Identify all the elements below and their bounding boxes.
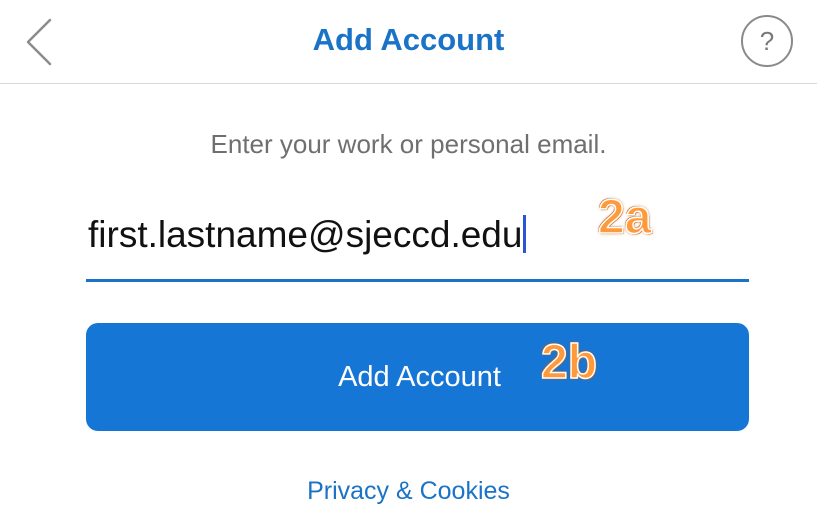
step-annotation-2b: 2b [540,336,598,390]
text-caret [523,215,527,253]
page-title: Add Account [312,22,505,57]
add-account-button[interactable]: Add Account [86,323,749,431]
add-account-button-label: Add Account [338,361,501,393]
help-button[interactable]: ? [741,15,793,67]
top-nav-bar: Add Account ? [0,0,817,84]
step-annotation-2a: 2a [597,191,652,245]
email-input-value: first.lastname@sjeccd.edu [88,212,527,258]
question-circle-icon: ? [759,26,775,56]
email-prompt: Enter your work or personal email. [210,129,607,159]
privacy-cookies-link[interactable]: Privacy & Cookies [0,474,817,508]
email-value-text: first.lastname@sjeccd.edu [88,214,523,255]
